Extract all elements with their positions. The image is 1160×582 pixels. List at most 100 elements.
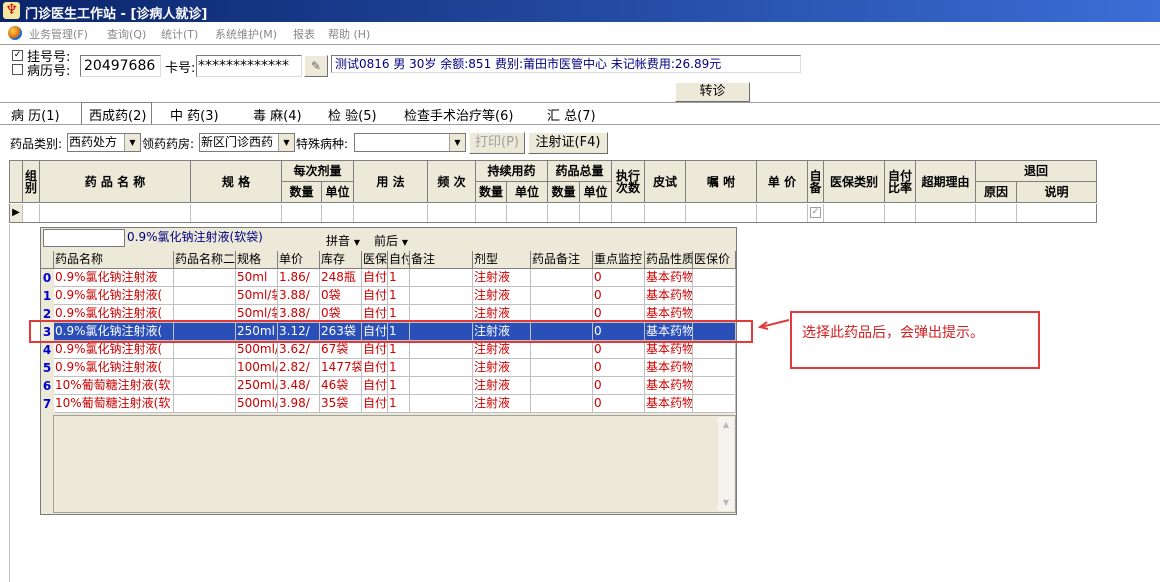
cell-usage[interactable] [354,204,428,222]
tab-exam-surgery[interactable]: 检查手术治疗等(6) [404,105,513,124]
vertical-scrollbar[interactable]: ▲ ▼ [718,417,734,511]
cell-cont-qty[interactable] [476,204,507,222]
registration-checkbox[interactable]: ✓ [12,50,23,61]
cell-spec: 500ml/ [236,341,278,359]
cell-frequency[interactable] [428,204,476,222]
cell-skin-test[interactable] [645,204,686,222]
tab-summary[interactable]: 汇 总(7) [547,105,596,124]
drug-category-select[interactable]: 西药处方 ▼ [67,133,141,152]
drug-list-row[interactable]: 10.9%氯化钠注射液(50ml/袋3.88/0袋自付1注射液0基本药物 [41,287,736,305]
col-name: 药品名称 [54,251,174,269]
col-remark: 备注 [410,251,473,269]
menu-bar: 业务管理(F) 查询(Q) 统计(T) 系统维护(M) 报表 帮助 (H) [0,23,1160,43]
pharmacy-label: 领药药房: [142,137,195,151]
cell-drug-name[interactable] [40,204,191,222]
cell-spec[interactable] [191,204,282,222]
tab-history[interactable]: 病 历(1) [11,105,60,124]
cell-name2 [174,359,236,377]
cell-name: 0.9%氯化钠注射液( [54,341,174,359]
pharmacy-value: 新区门诊西药 [201,135,274,149]
card-reader-icon[interactable]: ✎ [304,55,328,77]
record-checkbox[interactable] [12,64,23,75]
selected-drug-name: 0.9%氯化钠注射液(软袋) [127,230,263,244]
chevron-down-icon[interactable]: ▼ [124,134,140,151]
col-frequency: 频 次 [428,161,476,203]
print-button[interactable]: 打印(P) [469,132,525,154]
cell-return-desc[interactable] [1017,204,1097,222]
match-mode-dropdown[interactable]: 前后 ▼ [374,232,408,249]
chevron-down-icon[interactable]: ▼ [449,134,465,151]
menu-query[interactable]: 查询(Q) [107,26,146,42]
cell-group[interactable] [23,204,40,222]
cell-exec-times[interactable] [612,204,645,222]
drug-list-row[interactable]: 6 10%葡萄糖注射液(软 250ml/3.48/46袋 自付 1 注射液 0 基本药物 [41,377,736,395]
special-disease-select[interactable]: ▼ [354,133,466,152]
transfer-button[interactable]: 转诊 [675,82,750,102]
record-no-input[interactable]: 20497686 [80,55,161,77]
cell-price: 3.62/ [278,341,320,359]
match-mode-value: 前后 [374,234,399,248]
cell-insurance-type[interactable] [824,204,885,222]
cell-self-pay-rate[interactable] [885,204,916,222]
cell-instruction[interactable] [686,204,757,222]
cell-dose-unit[interactable] [322,204,354,222]
menu-business[interactable]: 业务管理(F) [29,26,88,42]
annotation-arrow [757,319,790,330]
self-provided-checkbox[interactable]: ✓ [810,207,821,218]
scroll-up-icon[interactable]: ▲ [720,419,732,431]
cell-return-reason[interactable] [976,204,1017,222]
pharmacy-select[interactable]: 新区门诊西药 ▼ [199,133,295,152]
drug-list-row[interactable]: 5 0.9%氯化钠注射液(100ml/2.82/1477袋 自付 1 注射液 0 基本药物 [41,359,736,377]
drug-list-row[interactable]: 0 0.9%氯化钠注射液 50ml 1.86/248瓶 自付 1 注射液 0 基本药物 [41,269,736,287]
cell-price: 2.82/ [278,359,320,377]
cell-self: 1 [388,395,410,413]
grid-corner [10,161,23,203]
highlight-rectangle [29,320,753,343]
cell-over-reason[interactable] [916,204,976,222]
menu-report[interactable]: 报表 [293,26,315,42]
cell-stock: 35袋 [320,395,362,413]
drug-list-row[interactable]: 4 0.9%氯化钠注射液(500ml/3.62/67袋 自付 1 注射液 0 基本药物 [41,341,736,359]
chevron-down-icon: ▼ [353,238,360,247]
col-cont-unit: 单位 [507,182,548,203]
chevron-down-icon[interactable]: ▼ [278,134,294,151]
cell-self-provided[interactable]: ✓ [808,204,824,222]
chevron-down-icon: ▼ [401,238,408,247]
tab-lab-test[interactable]: 检 验(5) [328,105,377,124]
card-no-input[interactable]: ************* [196,55,302,77]
menu-system[interactable]: 系统维护(M) [215,26,277,42]
search-mode-value: 拼音 [326,234,351,248]
cell-dose-qty[interactable] [282,204,322,222]
search-mode-dropdown[interactable]: 拼音 ▼ [326,232,360,249]
divider [0,102,1160,103]
cell-nature: 基本药物 [645,287,693,305]
tab-narcotics[interactable]: 毒 麻(4) [253,105,302,124]
cell-self: 1 [388,359,410,377]
col-total-qty: 数量 [548,182,580,203]
prescription-row[interactable]: ▶ ✓ [9,204,1097,223]
cell-nature: 基本药物 [645,269,693,287]
col-spec: 规 格 [191,161,282,203]
cell-total-qty[interactable] [548,204,580,222]
tab-western-medicine[interactable]: 西成药(2) [89,105,146,124]
cell-total-unit[interactable] [580,204,612,222]
drug-list-row[interactable]: 7 10%葡萄糖注射液(软 500ml/3.98/35袋 自付 1 注射液 0 基本药物 [41,395,736,413]
col-self-pay-rate: 自付比率 [885,161,916,203]
cell-remark [410,359,473,377]
col-form: 剂型 [473,251,531,269]
tab-chinese-medicine[interactable]: 中 药(3) [170,105,219,124]
system-menu-icon[interactable] [8,26,22,40]
drug-search-input[interactable] [43,229,125,247]
cell-cont-unit[interactable] [507,204,548,222]
scroll-down-icon[interactable]: ▼ [720,497,732,509]
cell-price[interactable] [757,204,808,222]
injection-cert-button[interactable]: 注射证(F4) [528,132,608,154]
cell-dremark [531,287,593,305]
col-return-desc: 说明 [1017,182,1097,203]
menu-statistics[interactable]: 统计(T) [161,26,198,42]
col-monitor: 重点监控 [593,251,645,269]
col-insurance: 医保 [362,251,388,269]
cell-name2 [174,377,236,395]
cell-name: 10%葡萄糖注射液(软 [54,395,174,413]
menu-help[interactable]: 帮助 (H) [328,26,370,42]
